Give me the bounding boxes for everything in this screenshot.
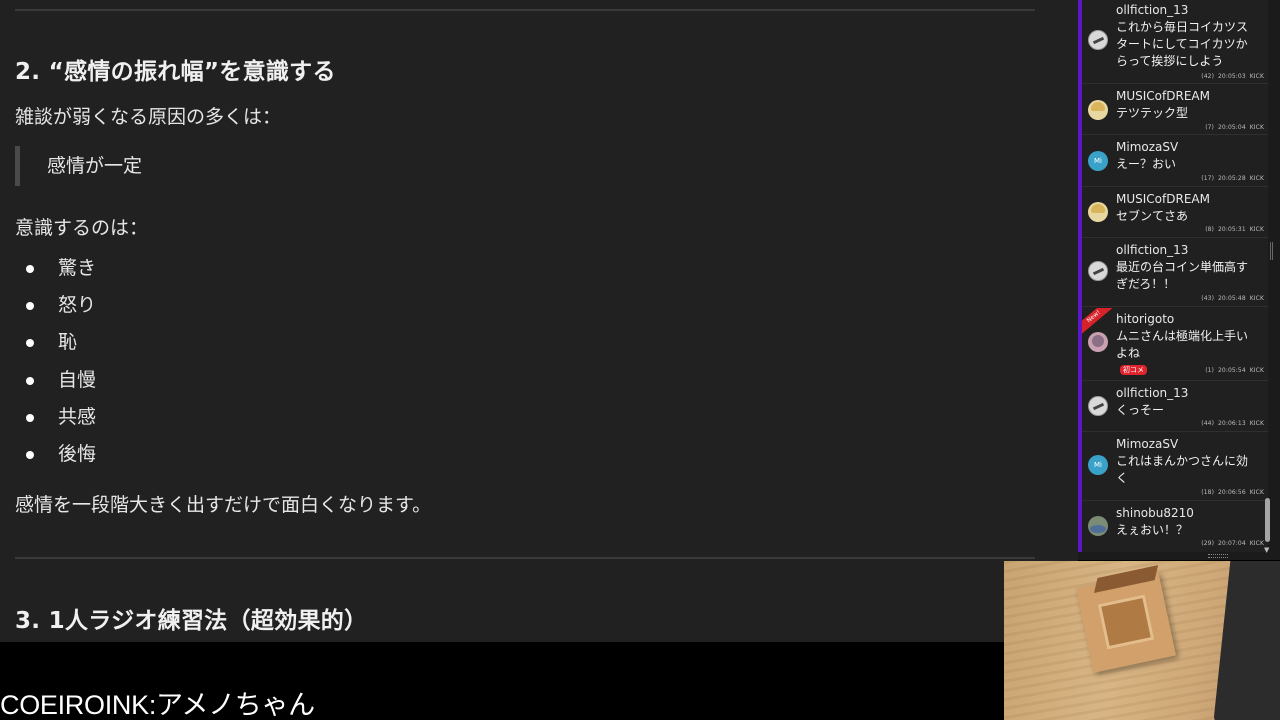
ollfiction-avatar <box>1088 30 1108 50</box>
ollfiction-avatar <box>1088 396 1108 416</box>
list-item: 共感 <box>0 399 96 436</box>
list-item: 驚き <box>0 250 96 287</box>
chat-username: MimozaSV <box>1116 437 1179 451</box>
chat-panel[interactable]: ollfiction_13 これから毎日コイカツスタートにしてコイカツからって挨… <box>1078 0 1280 560</box>
webcam-view <box>1004 561 1280 720</box>
list-item-text: 怒り <box>58 294 97 317</box>
resize-grip-icon[interactable] <box>1208 554 1228 558</box>
list-item-text: 後悔 <box>58 442 97 465</box>
chat-username: ollfiction_13 <box>1116 386 1189 400</box>
chat-list[interactable]: ollfiction_13 これから毎日コイカツスタートにしてコイカツからって挨… <box>1078 0 1268 552</box>
chat-meta: (17) 20:05:28 KICK <box>1201 175 1264 182</box>
chat-text: えー？おい <box>1116 157 1177 171</box>
chat-text: ムニさんは極端化上手いよね <box>1116 329 1249 360</box>
list-item: 怒り <box>0 287 96 324</box>
first-comment-badge: 初コメ <box>1120 365 1147 375</box>
mimozasv-avatar: Mi <box>1088 455 1108 475</box>
chat-meta: (42) 20:05:03 KICK <box>1201 73 1264 80</box>
list-item: 自慢 <box>0 362 96 399</box>
chat-scrollbar-thumb[interactable] <box>1265 498 1270 542</box>
quote-text: 感情が一定 <box>47 155 143 177</box>
voice-caption: COEIROINK:アメノちゃん <box>0 690 315 720</box>
bullet-icon <box>26 339 34 348</box>
chat-username: shinobu8210 <box>1116 506 1194 520</box>
ollfiction-avatar <box>1088 261 1108 281</box>
intro-text: 雑談が弱くなる原因の多くは： <box>15 106 282 128</box>
list-item: 恥 <box>0 324 96 361</box>
mimozasv-avatar: Mi <box>1088 151 1108 171</box>
chat-message: MUSICofDREAM セブンてさあ (8) 20:05:31 KICK <box>1082 188 1268 238</box>
article-content: 2. “感情の振れ幅”を意識する 雑談が弱くなる原因の多くは： 感情が一定 意識… <box>0 0 1078 642</box>
chat-username: MUSICofDREAM <box>1116 89 1210 103</box>
chat-message: ollfiction_13 最近の台コイン単価高すぎだろ！！ (43) 20:05… <box>1082 239 1268 307</box>
chat-message: shinobu8210 えぇおい！？ (29) 20:07:04 KICK <box>1082 502 1268 552</box>
chat-text: えぇおい！？ <box>1116 523 1189 537</box>
bullet-icon <box>26 302 34 311</box>
conclusion-text: 感情を一段階大きく出すだけで面白くなります。 <box>15 494 432 516</box>
chat-message: MUSICofDREAM テツテック型 (7) 20:05:04 KICK <box>1082 85 1268 135</box>
chat-username: MimozaSV <box>1116 140 1179 154</box>
list-item: 後悔 <box>0 436 96 473</box>
chat-meta: (44) 20:06:13 KICK <box>1201 420 1264 427</box>
chat-text: これから毎日コイカツスタートにしてコイカツからって挨拶にしよう <box>1116 20 1249 68</box>
chat-text: セブンてさあ <box>1116 209 1189 223</box>
wooden-box <box>1075 565 1177 673</box>
hitorigoto-avatar <box>1088 332 1108 352</box>
chat-meta: (7) 20:05:04 KICK <box>1205 124 1264 131</box>
focus-text: 意識するのは： <box>15 217 149 239</box>
chat-message: Mi MimozaSV これはまんかつさんに効く (18) 20:06:56 KIC… <box>1082 433 1268 501</box>
scrollbar-grip-icon[interactable] <box>1270 242 1273 260</box>
section-2-heading: 2. “感情の振れ幅”を意識する <box>15 59 336 85</box>
list-item-text: 自慢 <box>58 368 97 391</box>
section-3-heading: 3. 1人ラジオ練習法（超効果的） <box>15 608 368 634</box>
shinobu-avatar <box>1088 516 1108 536</box>
blockquote: 感情が一定 <box>15 146 415 186</box>
list-item-text: 恥 <box>58 331 78 354</box>
chat-text: テツテック型 <box>1116 106 1189 120</box>
chat-username: hitorigoto <box>1116 312 1175 326</box>
chat-text: 最近の台コイン単価高すぎだろ！！ <box>1116 260 1249 291</box>
bullet-icon <box>26 413 34 422</box>
divider-middle <box>15 557 1035 559</box>
chat-message-new: New! hitorigoto ムニさんは極端化上手いよね 初コメ (1) 20:… <box>1082 308 1268 381</box>
list-item-text: 驚き <box>58 257 97 279</box>
chat-username: ollfiction_13 <box>1116 243 1189 257</box>
chat-meta: (1) 20:05:54 KICK <box>1205 367 1264 374</box>
chat-text: くっそー <box>1116 403 1165 417</box>
divider-top <box>15 9 1035 11</box>
chat-message: ollfiction_13 これから毎日コイカツスタートにしてコイカツからって挨… <box>1082 0 1268 84</box>
bullet-icon <box>26 376 34 385</box>
chat-text: これはまんかつさんに効く <box>1116 454 1249 485</box>
chat-username: ollfiction_13 <box>1116 3 1189 17</box>
chat-message: Mi MimozaSV えー？おい (17) 20:05:28 KICK <box>1082 136 1268 187</box>
chat-scrollbar[interactable] <box>1268 0 1276 556</box>
chat-meta: (43) 20:05:48 KICK <box>1201 295 1264 302</box>
chat-meta: (8) 20:05:31 KICK <box>1205 226 1264 233</box>
musicofdream-avatar <box>1088 100 1108 120</box>
bullet-icon <box>26 450 34 459</box>
list-item-text: 共感 <box>58 405 97 428</box>
chat-meta: (18) 20:06:56 KICK <box>1201 489 1264 496</box>
chat-message: ollfiction_13 くっそー (44) 20:06:13 KICK <box>1082 382 1268 432</box>
scroll-down-icon[interactable]: ▼ <box>1264 546 1269 554</box>
chat-meta: (29) 20:07:04 KICK <box>1201 540 1264 547</box>
bullet-icon <box>26 265 34 273</box>
emotion-list: 驚き 怒り 恥 自慢 共感 後悔 <box>0 250 96 473</box>
musicofdream-avatar <box>1088 202 1108 222</box>
chat-username: MUSICofDREAM <box>1116 192 1210 206</box>
